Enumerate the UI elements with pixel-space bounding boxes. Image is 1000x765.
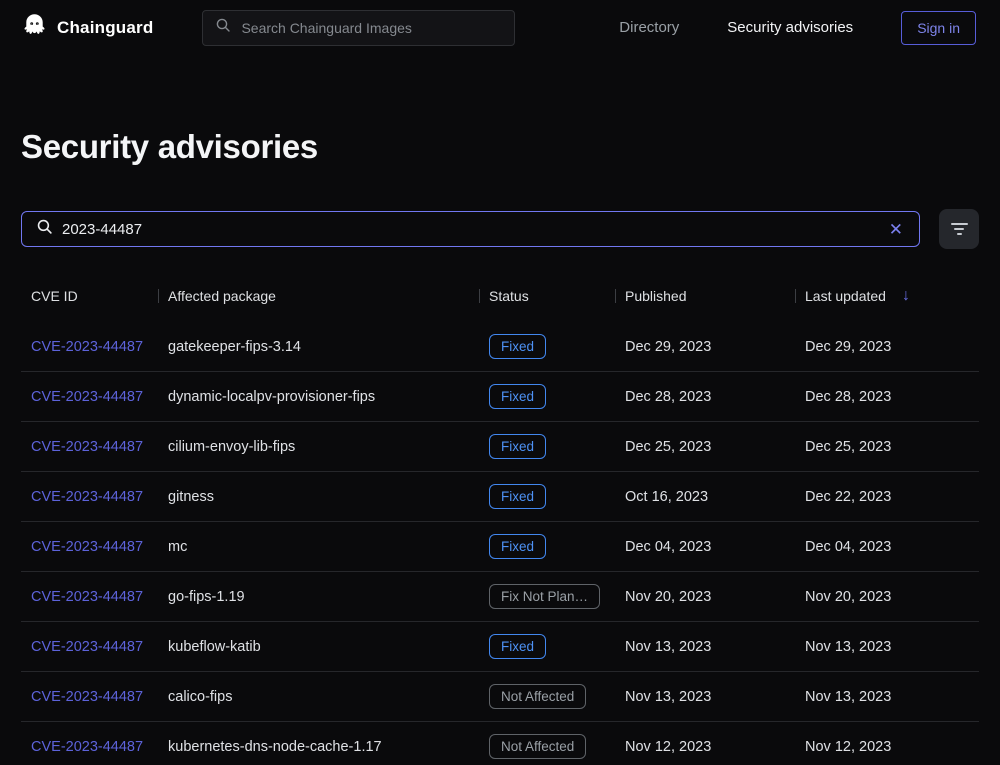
table-row: CVE-2023-44487 calico-fips Not Affected …	[21, 672, 979, 722]
package-name: kubeflow-katib	[158, 639, 479, 655]
published-date: Dec 28, 2023	[615, 389, 795, 405]
last-updated-date: Dec 25, 2023	[795, 439, 979, 455]
advisory-search-box[interactable]: ✕	[21, 211, 920, 247]
table-header: CVE ID Affected package Status Published…	[21, 281, 979, 311]
page-title: Security advisories	[21, 128, 979, 166]
nav-security-advisories[interactable]: Security advisories	[727, 19, 853, 36]
octopus-logo-icon	[21, 12, 48, 44]
table-row: CVE-2023-44487 gatekeeper-fips-3.14 Fixe…	[21, 322, 979, 372]
last-updated-date: Nov 12, 2023	[795, 739, 979, 755]
status-badge: Fixed	[489, 534, 546, 559]
cve-link[interactable]: CVE-2023-44487	[31, 639, 143, 655]
package-name: gitness	[158, 489, 479, 505]
status-badge: Fixed	[489, 634, 546, 659]
topbar-search[interactable]	[202, 10, 515, 46]
package-name: kubernetes-dns-node-cache-1.17	[158, 739, 479, 755]
package-name: calico-fips	[158, 689, 479, 705]
package-name: mc	[158, 539, 479, 555]
cve-link[interactable]: CVE-2023-44487	[31, 389, 143, 405]
last-updated-date: Nov 20, 2023	[795, 589, 979, 605]
status-badge: Fixed	[489, 384, 546, 409]
published-date: Dec 29, 2023	[615, 339, 795, 355]
cve-link[interactable]: CVE-2023-44487	[31, 489, 143, 505]
table-row: CVE-2023-44487 mc Fixed Dec 04, 2023 Dec…	[21, 522, 979, 572]
cve-link[interactable]: CVE-2023-44487	[31, 589, 143, 605]
published-date: Nov 13, 2023	[615, 639, 795, 655]
cve-link[interactable]: CVE-2023-44487	[31, 539, 143, 555]
package-name: cilium-envoy-lib-fips	[158, 439, 479, 455]
topbar-nav: Directory Security advisories Sign in	[619, 11, 976, 45]
table-row: CVE-2023-44487 kubeflow-katib Fixed Nov …	[21, 622, 979, 672]
advisory-search-input[interactable]	[62, 221, 878, 238]
table-row: CVE-2023-44487 go-fips-1.19 Fix Not Plan…	[21, 572, 979, 622]
table-row: CVE-2023-44487 gitness Fixed Oct 16, 202…	[21, 472, 979, 522]
search-icon	[215, 17, 231, 38]
filter-lines-icon	[951, 223, 968, 225]
nav-directory[interactable]: Directory	[619, 19, 679, 36]
last-updated-date: Dec 29, 2023	[795, 339, 979, 355]
last-updated-date: Dec 28, 2023	[795, 389, 979, 405]
advisory-search-row: ✕	[21, 209, 979, 249]
cve-link[interactable]: CVE-2023-44487	[31, 689, 143, 705]
table-row: CVE-2023-44487 kubernetes-dns-node-cache…	[21, 722, 979, 765]
column-header-package: Affected package	[158, 288, 479, 304]
table-row: CVE-2023-44487 dynamic-localpv-provision…	[21, 372, 979, 422]
published-date: Oct 16, 2023	[615, 489, 795, 505]
package-name: gatekeeper-fips-3.14	[158, 339, 479, 355]
cve-link[interactable]: CVE-2023-44487	[31, 739, 143, 755]
status-badge: Fixed	[489, 434, 546, 459]
status-badge: Fixed	[489, 484, 546, 509]
last-updated-date: Dec 04, 2023	[795, 539, 979, 555]
table-body: CVE-2023-44487 gatekeeper-fips-3.14 Fixe…	[21, 322, 979, 765]
clear-search-icon[interactable]: ✕	[887, 219, 905, 240]
status-badge: Not Affected	[489, 684, 586, 709]
published-date: Dec 04, 2023	[615, 539, 795, 555]
package-name: dynamic-localpv-provisioner-fips	[158, 389, 479, 405]
sign-in-button[interactable]: Sign in	[901, 11, 976, 45]
sort-desc-arrow-icon[interactable]: ↓	[902, 287, 910, 305]
last-updated-date: Nov 13, 2023	[795, 639, 979, 655]
advisories-table: CVE ID Affected package Status Published…	[21, 281, 979, 765]
table-row: CVE-2023-44487 cilium-envoy-lib-fips Fix…	[21, 422, 979, 472]
main-content: Security advisories ✕ CVE ID Affected pa…	[0, 55, 1000, 765]
column-header-status: Status	[479, 288, 615, 304]
column-header-cve: CVE ID	[21, 288, 158, 304]
cve-link[interactable]: CVE-2023-44487	[31, 439, 143, 455]
package-name: go-fips-1.19	[158, 589, 479, 605]
brand-name: Chainguard	[57, 18, 153, 38]
published-date: Nov 12, 2023	[615, 739, 795, 755]
column-header-published: Published	[615, 288, 795, 304]
filter-button[interactable]	[939, 209, 979, 249]
brand-logo[interactable]: Chainguard	[21, 12, 153, 44]
last-updated-date: Dec 22, 2023	[795, 489, 979, 505]
status-badge: Fixed	[489, 334, 546, 359]
published-date: Dec 25, 2023	[615, 439, 795, 455]
published-date: Nov 20, 2023	[615, 589, 795, 605]
topbar: Chainguard Directory Security advisories…	[0, 0, 1000, 55]
search-icon	[36, 218, 53, 240]
last-updated-date: Nov 13, 2023	[795, 689, 979, 705]
published-date: Nov 13, 2023	[615, 689, 795, 705]
topbar-search-input[interactable]	[241, 20, 502, 36]
status-badge: Not Affected	[489, 734, 586, 759]
status-badge: Fix Not Plan…	[489, 584, 600, 609]
column-header-last-updated: Last updated ↓	[795, 287, 979, 305]
cve-link[interactable]: CVE-2023-44487	[31, 339, 143, 355]
